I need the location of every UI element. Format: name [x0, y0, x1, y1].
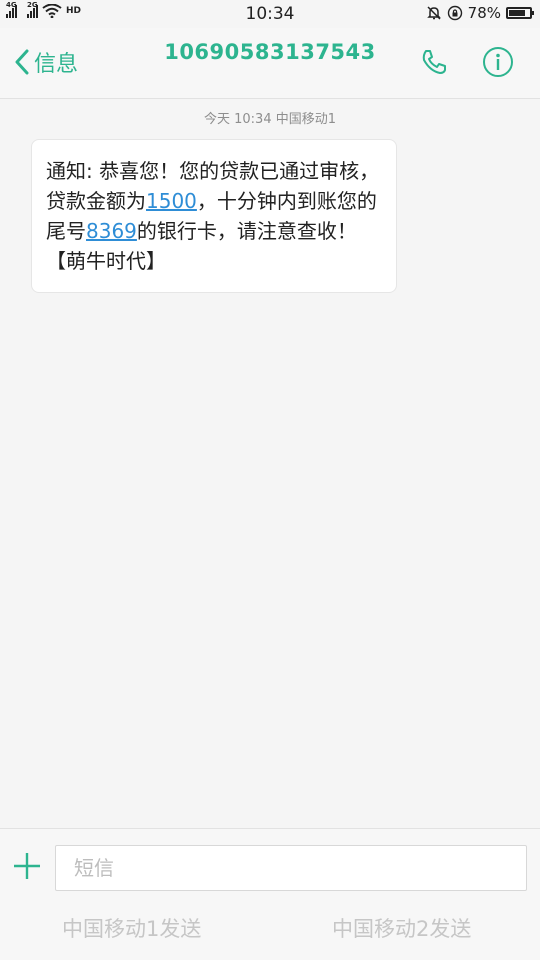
amount-link[interactable]: 1500: [146, 189, 197, 213]
phone-icon[interactable]: [418, 46, 450, 78]
battery-level: 78%: [467, 4, 501, 22]
battery-fill: [509, 10, 525, 16]
send-sim2-button[interactable]: 中国移动2发送: [332, 913, 471, 943]
composer-bar: 中国移动1发送 中国移动2发送: [0, 828, 540, 960]
sender-number: 10690583137543: [164, 40, 376, 64]
send-sim1-button[interactable]: 中国移动1发送: [62, 913, 201, 943]
sms-screen: 4G 2G HD 10:34 78% 信息 10690583137543 今天 …: [0, 0, 540, 960]
battery-icon: [506, 7, 534, 19]
status-bar: 4G 2G HD 10:34 78%: [0, 0, 540, 28]
mute-bell-icon: [426, 6, 441, 20]
add-icon[interactable]: [12, 851, 42, 881]
card-number-link[interactable]: 8369: [86, 219, 137, 243]
message-timestamp: 今天 10:34 中国移动1: [204, 112, 336, 127]
status-right: 78%: [426, 4, 534, 22]
rotation-lock-icon: [447, 5, 462, 21]
message-input[interactable]: [55, 845, 527, 891]
message-bubble[interactable]: 通知: 恭喜您！您的贷款已通过审核，贷款金额为1500，十分钟内到账您的尾号83…: [31, 139, 397, 293]
conversation-header: 信息 10690583137543: [0, 28, 540, 99]
info-icon[interactable]: [482, 46, 514, 78]
